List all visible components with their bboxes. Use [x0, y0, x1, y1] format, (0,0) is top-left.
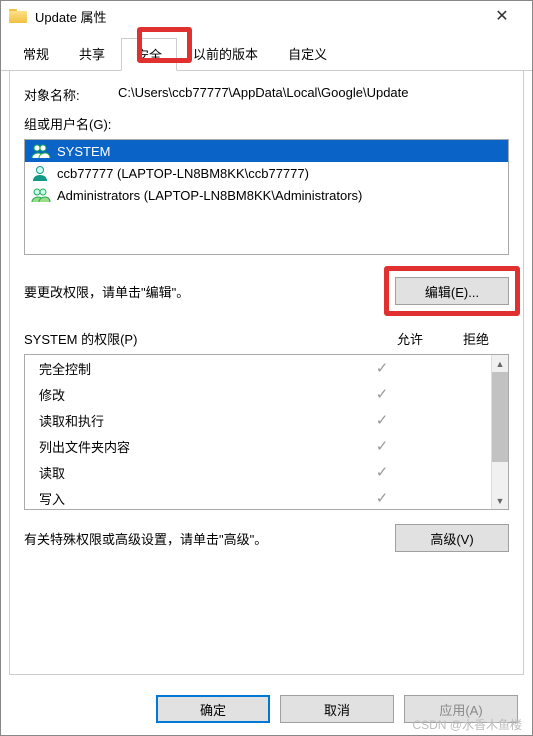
advanced-button[interactable]: 高级(V) [395, 524, 509, 552]
object-name-label: 对象名称: [24, 85, 118, 104]
allow-check-icon: ✓ [349, 463, 415, 481]
principal-label: ccb77777 (LAPTOP-LN8BM8KK\ccb77777) [57, 166, 309, 181]
principal-label: Administrators (LAPTOP-LN8BM8KK\Administ… [57, 188, 362, 203]
edit-button[interactable]: 编辑(E)... [395, 277, 509, 305]
scroll-up-icon[interactable]: ▲ [492, 355, 508, 372]
allow-check-icon: ✓ [349, 359, 415, 377]
tab-customize[interactable]: 自定义 [274, 38, 341, 71]
principal-administrators[interactable]: Administrators (LAPTOP-LN8BM8KK\Administ… [25, 184, 508, 206]
scroll-down-icon[interactable]: ▼ [492, 492, 508, 509]
principal-user[interactable]: ccb77777 (LAPTOP-LN8BM8KK\ccb77777) [25, 162, 508, 184]
allow-check-icon: ✓ [349, 385, 415, 403]
ok-button[interactable]: 确定 [156, 695, 270, 723]
permissions-scrollbar[interactable]: ▲ ▼ [491, 355, 508, 509]
allow-check-icon: ✓ [349, 489, 415, 507]
window-title: Update 属性 [35, 7, 480, 26]
dialog-footer: 确定 取消 应用(A) [1, 683, 532, 735]
group-icon [31, 187, 51, 203]
properties-dialog: Update 属性 ✕ 常规 共享 安全 以前的版本 自定义 对象名称: C:\… [0, 0, 533, 736]
permission-row: 完全控制 ✓ [25, 355, 491, 381]
principals-listbox[interactable]: SYSTEM ccb77777 (LAPTOP-LN8BM8KK\ccb7777… [24, 139, 509, 255]
permission-row: 列出文件夹内容 ✓ [25, 433, 491, 459]
permission-row: 读取和执行 ✓ [25, 407, 491, 433]
group-icon [31, 143, 51, 159]
allow-check-icon: ✓ [349, 411, 415, 429]
tab-sharing[interactable]: 共享 [65, 38, 119, 71]
folder-icon [9, 9, 27, 23]
permissions-listbox: 完全控制 ✓ 修改 ✓ 读取和执行 ✓ 列出文件夹内容 ✓ [24, 354, 509, 510]
close-button[interactable]: ✕ [480, 2, 524, 30]
permissions-header-name: SYSTEM 的权限(P) [24, 329, 377, 348]
permissions-header-deny: 拒绝 [443, 329, 509, 348]
edit-hint-text: 要更改权限，请单击"编辑"。 [24, 282, 395, 301]
apply-button[interactable]: 应用(A) [404, 695, 518, 723]
tab-previous-versions[interactable]: 以前的版本 [179, 38, 272, 71]
allow-check-icon: ✓ [349, 437, 415, 455]
permissions-header-allow: 允许 [377, 329, 443, 348]
group-users-label: 组或用户名(G): [24, 114, 509, 133]
permission-row: 读取 ✓ [25, 459, 491, 485]
object-name-value: C:\Users\ccb77777\AppData\Local\Google\U… [118, 85, 509, 104]
principal-system[interactable]: SYSTEM [25, 140, 508, 162]
security-tab-content: 对象名称: C:\Users\ccb77777\AppData\Local\Go… [9, 71, 524, 675]
titlebar: Update 属性 ✕ [1, 1, 532, 31]
permission-row: 写入 ✓ [25, 485, 491, 509]
tab-security[interactable]: 安全 [121, 38, 177, 71]
permission-row: 修改 ✓ [25, 381, 491, 407]
tab-general[interactable]: 常规 [9, 38, 63, 71]
tab-strip: 常规 共享 安全 以前的版本 自定义 [1, 37, 532, 71]
cancel-button[interactable]: 取消 [280, 695, 394, 723]
user-icon [31, 165, 51, 181]
advanced-hint-text: 有关特殊权限或高级设置，请单击"高级"。 [24, 529, 395, 548]
principal-label: SYSTEM [57, 144, 110, 159]
scroll-thumb[interactable] [492, 372, 508, 462]
